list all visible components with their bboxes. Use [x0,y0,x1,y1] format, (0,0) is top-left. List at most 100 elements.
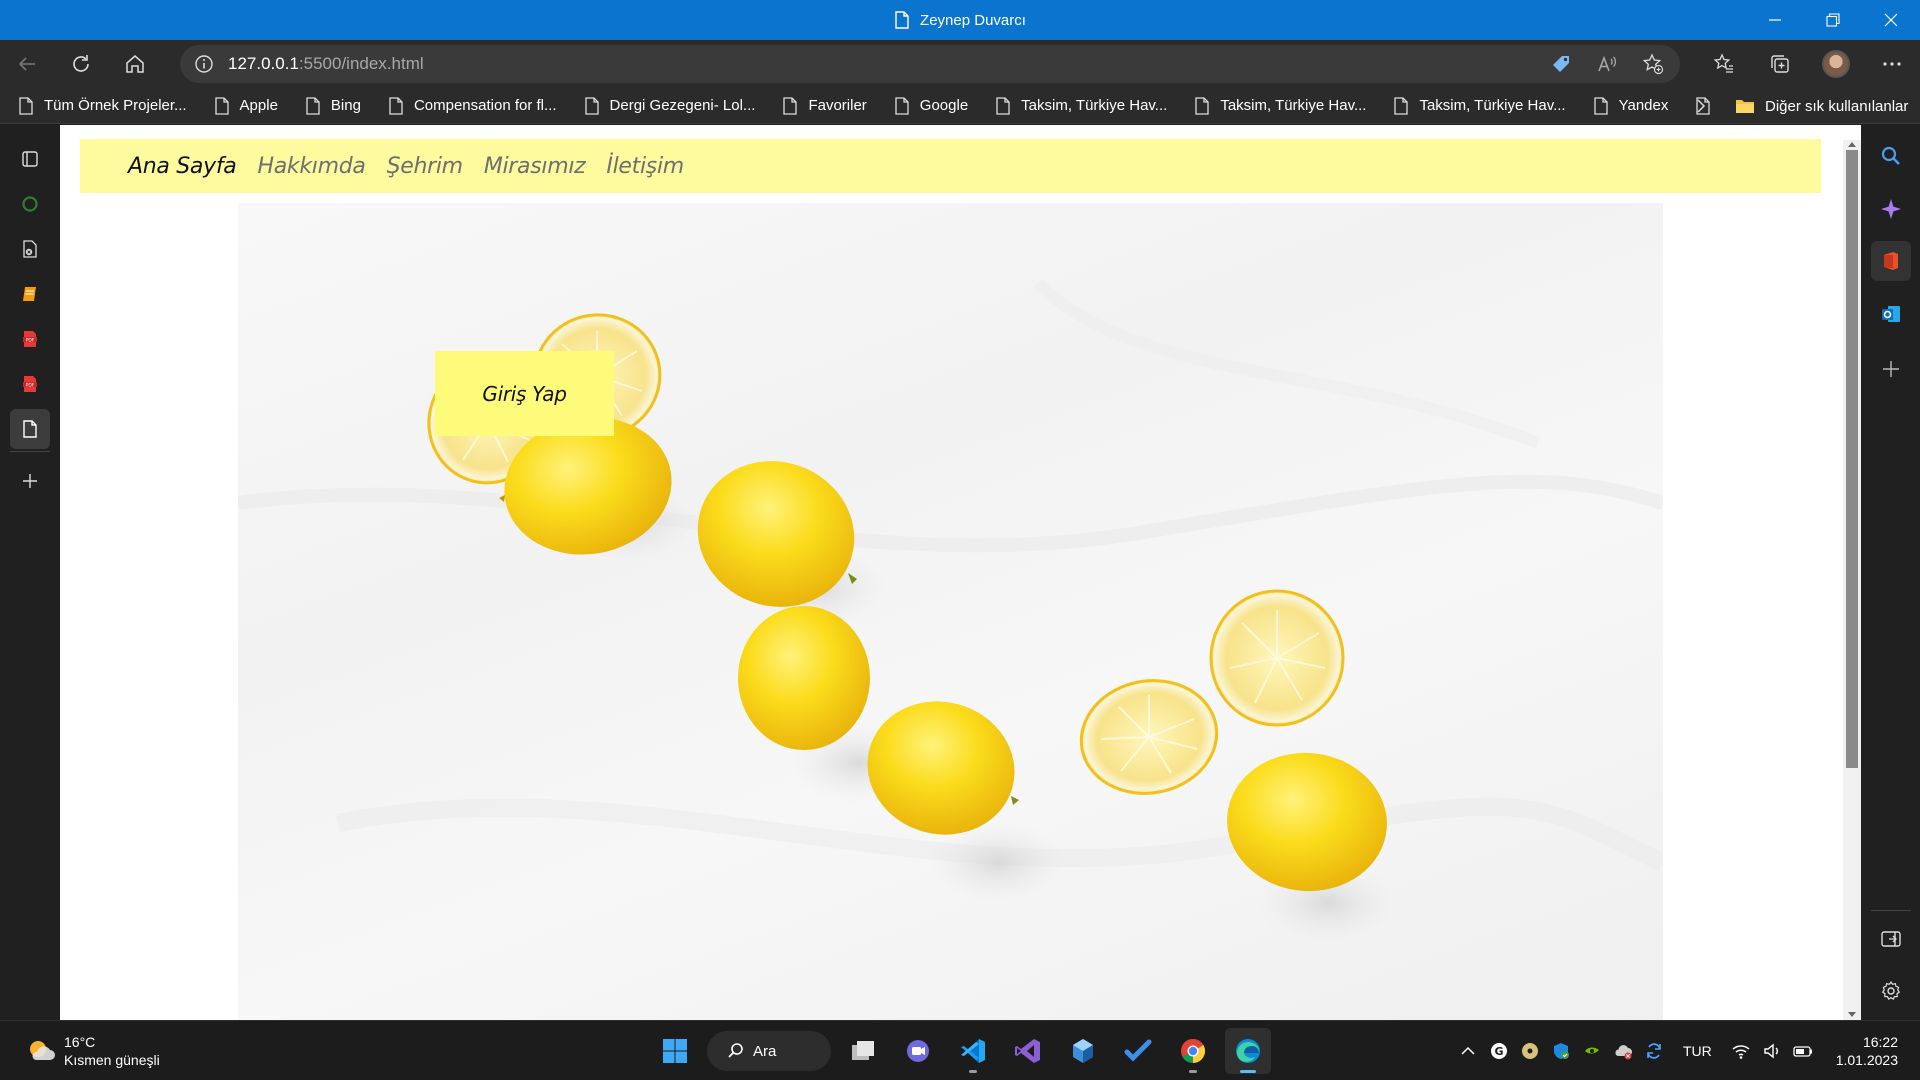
restore-icon [1826,13,1840,27]
add-favorite-button[interactable] [1640,51,1666,77]
profile-button[interactable] [1808,40,1864,88]
weather-widget[interactable]: 16°C Kısmen güneşli [26,1033,160,1069]
star-plus-icon [1642,53,1664,75]
sidebar-outlook-button[interactable] [1871,294,1911,334]
edge-icon [1236,1039,1260,1063]
collections-icon [1771,55,1789,73]
tray-security[interactable] [1551,1041,1571,1061]
favorite-item[interactable]: Bing [287,88,370,124]
tab-actions-button[interactable] [10,139,50,179]
favorites-bar: Tüm Örnek Projeler... Apple Bing Compens… [0,88,1920,124]
favorite-label: Bing [330,97,361,114]
taskbar-clock[interactable]: 16:22 1.01.2023 [1820,1033,1898,1069]
cube-icon [1073,1039,1093,1063]
favorite-label: Apple [239,97,278,114]
edge-button[interactable] [1225,1028,1271,1074]
read-aloud-icon [1598,55,1617,72]
favorite-item[interactable]: Taksim, Türkiye Hav... [1375,88,1574,124]
favorite-item[interactable]: Yandex [1575,88,1678,124]
tray-nvidia[interactable] [1582,1041,1602,1061]
page-icon [783,96,798,115]
partly-sunny-icon [30,1041,55,1060]
tab-item[interactable]: PDF [10,319,50,359]
nav-link-city[interactable]: Şehrim [387,154,464,179]
running-indicator [1189,1070,1197,1073]
coupon-button[interactable] [1548,51,1574,77]
read-aloud-button[interactable] [1594,51,1620,77]
refresh-button[interactable] [54,40,108,88]
tray-volume[interactable] [1762,1041,1782,1061]
scroll-down-arrow[interactable] [1848,1012,1856,1017]
collections-button[interactable] [1752,40,1808,88]
search-label: Ara [753,1042,777,1060]
tray-overflow-button[interactable] [1458,1041,1478,1061]
start-button[interactable] [652,1028,698,1074]
favorite-item[interactable]: Dergi Gezegeni- Lol... [566,88,765,124]
tag-icon [1553,56,1569,72]
sidebar-add-button[interactable] [1871,349,1911,389]
favorite-item[interactable]: Apple [196,88,287,124]
nav-link-home[interactable]: Ana Sayfa [128,154,237,179]
tray-sync[interactable] [1644,1041,1664,1061]
visual-studio-button[interactable] [1005,1028,1051,1074]
new-tab-button[interactable] [10,461,50,501]
site-info-button[interactable] [180,54,228,74]
favorites-overflow-button[interactable] [1686,88,1716,124]
sidebar-discover-button[interactable] [1871,189,1911,229]
scroll-up-arrow[interactable] [1848,142,1856,147]
sidebar-settings-button[interactable] [1871,971,1911,1011]
tray-disc[interactable] [1520,1041,1540,1061]
todo-button[interactable] [1115,1028,1161,1074]
back-arrow-icon [18,57,35,71]
restore-button[interactable] [1804,0,1862,40]
nav-link-heritage[interactable]: Mirasımız [484,154,586,179]
favorite-item[interactable]: Taksim, Türkiye Hav... [1176,88,1375,124]
tray-cloud[interactable] [1613,1041,1633,1061]
nav-link-contact[interactable]: İletişim [606,154,684,179]
favorite-item[interactable]: Google [876,88,977,124]
windows-icon [663,1039,687,1063]
teams-chat-button[interactable] [895,1028,941,1074]
tab-item[interactable]: PDF [10,364,50,404]
sidebar-search-button[interactable] [1871,136,1911,176]
input-language[interactable]: TUR [1683,1043,1712,1059]
tray-battery[interactable] [1793,1041,1813,1061]
scrollbar-thumb[interactable] [1846,150,1858,768]
sidebar-office-button[interactable] [1871,241,1911,281]
chevron-up-icon [1461,1046,1475,1055]
site-navbar: Ana Sayfa Hakkımda Şehrim Mirasımız İlet… [80,139,1821,193]
taskbar-search[interactable]: Ara [707,1031,831,1071]
task-view-button[interactable] [840,1028,886,1074]
book-icon [23,287,36,301]
favorite-label: Compensation for fl... [413,97,557,114]
tray-grammarly[interactable]: G [1489,1041,1509,1061]
window-title: Zeynep Duvarcı [920,11,1026,29]
page-scrollbar[interactable] [1843,140,1861,1020]
tab-item[interactable] [10,274,50,314]
cube-app-button[interactable] [1060,1028,1106,1074]
chrome-button[interactable] [1170,1028,1216,1074]
refresh-icon [73,55,89,72]
home-button[interactable] [108,40,162,88]
nav-link-about[interactable]: Hakkımda [257,154,365,179]
vscode-icon [961,1039,985,1063]
vscode-button[interactable] [950,1028,996,1074]
favorite-item[interactable]: Tüm Örnek Projeler... [0,88,196,124]
settings-more-button[interactable] [1864,40,1920,88]
tab-item-active[interactable] [10,409,50,449]
other-favorites-folder[interactable]: Diğer sık kullanılanlar [1735,88,1908,124]
back-button[interactable] [0,40,54,88]
tab-item[interactable] [10,184,50,224]
hide-sidebar-button[interactable] [1871,919,1911,959]
tray-wifi[interactable] [1731,1041,1751,1061]
login-button[interactable]: Giriş Yap [435,351,614,436]
favorites-button[interactable] [1696,40,1752,88]
favorite-item[interactable]: Favoriler [764,88,875,124]
favorite-item[interactable]: Taksim, Türkiye Hav... [977,88,1176,124]
favorite-item[interactable]: Compensation for fl... [370,88,566,124]
close-button[interactable] [1862,0,1920,40]
minimize-button[interactable] [1746,0,1804,40]
address-bar[interactable]: 127.0.0.1:5500/index.html [180,45,1680,83]
favorite-label: Google [919,97,969,114]
tab-item[interactable] [10,229,50,269]
